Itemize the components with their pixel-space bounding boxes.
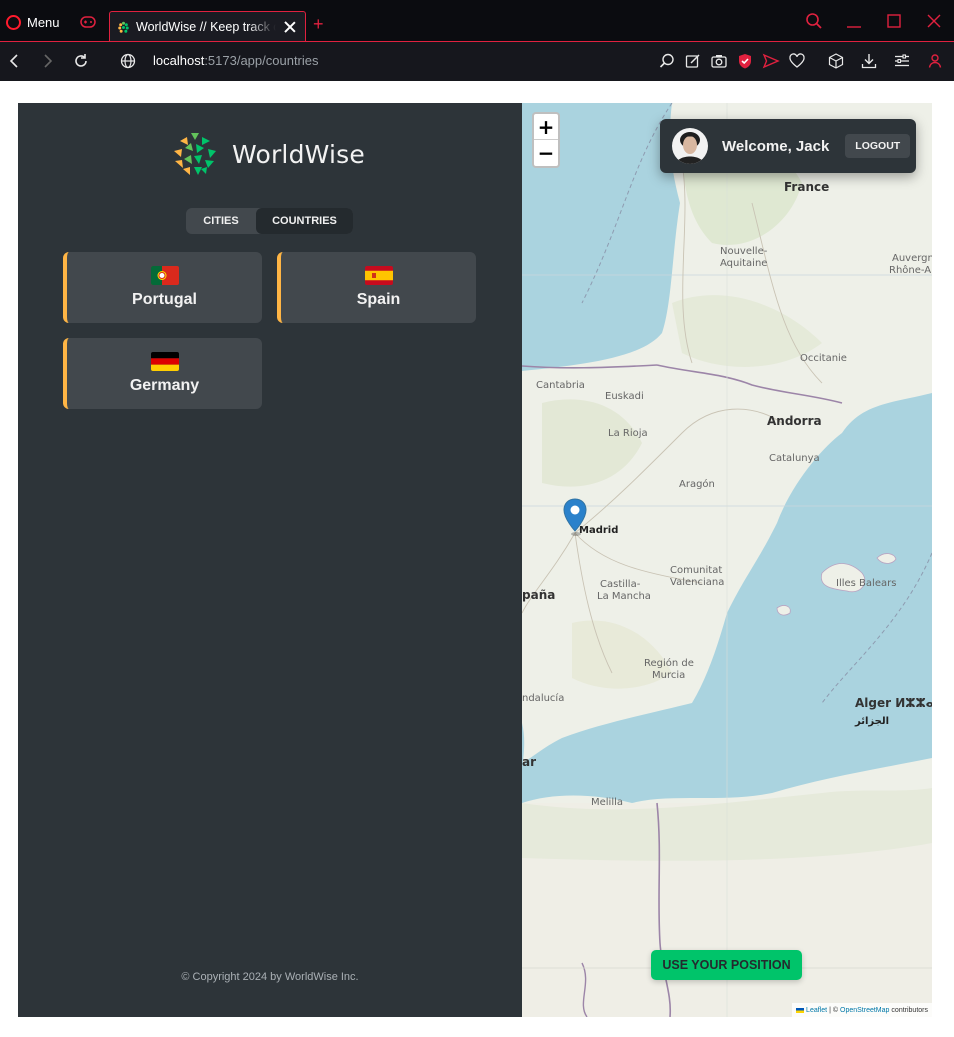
country-item[interactable]: Spain: [277, 252, 476, 323]
address-bar: [0, 42, 954, 81]
map-label-murcia: Murcia: [652, 670, 686, 681]
map-tiles[interactable]: [522, 103, 932, 1017]
logout-button[interactable]: LOGOUT: [845, 134, 911, 158]
map-label-ar: ar: [522, 755, 537, 769]
map-label-rhone: Rhône-Al: [889, 265, 932, 276]
attribution-tail: contributors: [891, 1006, 928, 1014]
extensions-cube-icon[interactable]: [827, 52, 845, 70]
map-label-france: France: [784, 180, 830, 194]
map-label-andorra: Andorra: [767, 414, 822, 428]
country-name: Portugal: [132, 291, 197, 308]
new-tab-button[interactable]: +: [313, 14, 324, 34]
country-name: Spain: [356, 291, 401, 308]
osm-link[interactable]: OpenStreetMap: [840, 1007, 889, 1014]
gamepad-icon[interactable]: [80, 16, 96, 28]
browser-tab-bar: Menu WorldWise // Keep track of your adv…: [0, 0, 954, 42]
avatar: [672, 128, 708, 164]
map-label-alger: Alger ⵍⵣⵣⴰⵢⴻⵔ: [855, 696, 932, 710]
portugal-flag-icon: [150, 266, 179, 285]
logo-text: WorldWise: [232, 139, 365, 169]
download-icon[interactable]: [860, 52, 878, 70]
tab-countries[interactable]: COUNTRIES: [256, 208, 353, 234]
map-label-castilla: Castilla-: [600, 579, 641, 590]
search-tabs-icon[interactable]: [804, 11, 824, 31]
worldwise-favicon-icon: [116, 19, 131, 35]
app-nav-tabs: CITIES COUNTRIES: [186, 208, 353, 234]
ukraine-flag-icon: [796, 1007, 805, 1013]
map[interactable]: France Nouvelle- Aquitaine Auvergne- Rhô…: [522, 103, 932, 1017]
map-label-auvergne: Auvergne-: [892, 253, 932, 264]
zoom-in-button[interactable]: +: [534, 114, 558, 140]
leaflet-link[interactable]: Leaflet: [806, 1007, 827, 1014]
browser-menu-button[interactable]: Menu: [6, 10, 60, 34]
country-item[interactable]: Germany: [63, 338, 262, 409]
search-page-icon[interactable]: [658, 52, 676, 70]
map-marker-madrid[interactable]: [563, 498, 587, 538]
edit-icon[interactable]: [684, 52, 702, 70]
map-attribution: Leaflet | © OpenStreetMap contributors: [792, 1003, 932, 1017]
tab-close-icon[interactable]: [281, 18, 299, 36]
map-label-andalucia: ndalucía: [522, 693, 565, 704]
map-label-nouvelle: Nouvelle-: [720, 246, 768, 257]
url-field[interactable]: localhost:5173/app/countries: [153, 53, 319, 68]
worldwise-logo-icon: [171, 130, 219, 178]
reload-icon[interactable]: [72, 52, 90, 70]
map-label-aquitaine: Aquitaine: [720, 258, 768, 269]
zoom-out-button[interactable]: −: [534, 140, 558, 166]
site-info-globe-icon[interactable]: [119, 52, 137, 70]
opera-logo-icon: [6, 14, 21, 30]
germany-flag-icon: [150, 352, 179, 371]
tab-cities[interactable]: CITIES: [186, 208, 256, 234]
attribution-separator: | ©: [829, 1006, 838, 1014]
user-panel: Welcome, Jack LOGOUT: [660, 119, 916, 173]
country-item[interactable]: Portugal: [63, 252, 262, 323]
map-label-valenciana: Valenciana: [670, 577, 725, 588]
map-label-larioja: La Rioja: [608, 428, 648, 439]
minimize-icon[interactable]: [844, 11, 864, 31]
profile-icon[interactable]: [926, 52, 944, 70]
country-name: Germany: [129, 377, 200, 394]
url-host: localhost: [153, 53, 205, 68]
browser-tab-active[interactable]: WorldWise // Keep track of your adventur…: [109, 11, 306, 42]
tab-title: WorldWise // Keep track of your adventur…: [136, 20, 276, 34]
camera-icon[interactable]: [710, 52, 728, 70]
spain-flag-icon: [364, 266, 393, 285]
map-label-espana: paña: [522, 588, 556, 602]
map-label-aragon: Aragón: [679, 479, 715, 490]
worldwise-app: WorldWise CITIES COUNTRIES Portugal Spai…: [18, 103, 932, 1017]
map-label-catalunya: Catalunya: [769, 453, 820, 464]
map-label-cantabria: Cantabria: [536, 380, 585, 391]
use-position-button[interactable]: USE YOUR POSITION: [651, 950, 802, 980]
map-label-occitanie: Occitanie: [800, 353, 847, 364]
map-label-euskadi: Euskadi: [605, 391, 644, 402]
sidebar: WorldWise CITIES COUNTRIES Portugal Spai…: [18, 103, 522, 1017]
welcome-text: Welcome, Jack: [722, 137, 830, 155]
forward-icon[interactable]: [38, 52, 56, 70]
map-label-region: Región de: [644, 658, 694, 669]
map-zoom-control: + −: [532, 112, 560, 168]
adblock-shield-icon[interactable]: [736, 52, 754, 70]
logo[interactable]: WorldWise: [170, 129, 365, 179]
copyright: © Copyright 2024 by WorldWise Inc.: [181, 971, 359, 983]
back-icon[interactable]: [6, 52, 24, 70]
map-label-illes: Illes Balears: [836, 578, 897, 589]
maximize-icon[interactable]: [884, 11, 904, 31]
map-label-lamancha: La Mancha: [597, 591, 651, 602]
heart-icon[interactable]: [788, 52, 806, 70]
close-window-icon[interactable]: [924, 11, 944, 31]
easy-setup-icon[interactable]: [893, 52, 911, 70]
browser-menu-label: Menu: [27, 14, 60, 30]
map-label-comunitat: Comunitat: [670, 565, 723, 576]
send-icon[interactable]: [762, 52, 780, 70]
map-label-aljazair: الجزائر: [855, 716, 890, 727]
map-label-melilla: Melilla: [591, 797, 624, 808]
url-path: :5173/app/countries: [204, 53, 319, 68]
